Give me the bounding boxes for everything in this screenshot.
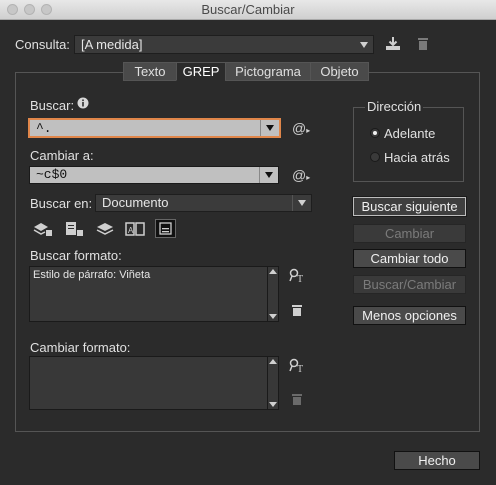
master-pages-icon[interactable]: A <box>125 221 145 239</box>
svg-text:T: T <box>297 274 303 284</box>
tab-grep[interactable]: GREP <box>176 62 226 81</box>
change-format-label: Cambiar formato: <box>30 340 131 355</box>
tab-glyph[interactable]: Pictograma <box>225 62 311 81</box>
change-label: Cambiar a: <box>30 148 94 163</box>
chevron-down-icon <box>292 195 311 211</box>
search-in-label: Buscar en: <box>30 196 93 211</box>
change-format-box[interactable] <box>29 356 279 410</box>
tab-bar: Texto GREP Pictograma Objeto <box>123 62 369 81</box>
special-characters-find-icon[interactable]: @▸ <box>292 121 310 138</box>
radio-backward[interactable] <box>370 152 380 162</box>
find-change-button[interactable]: Buscar/Cambiar <box>353 275 466 294</box>
info-icon[interactable] <box>77 97 89 111</box>
change-all-button[interactable]: Cambiar todo <box>353 249 466 268</box>
done-button[interactable]: Hecho <box>394 451 480 470</box>
find-label: Buscar: <box>30 98 75 113</box>
delete-query-icon[interactable] <box>417 37 429 53</box>
tab-object[interactable]: Objeto <box>310 62 369 81</box>
clear-change-format-icon[interactable] <box>291 393 303 408</box>
change-field[interactable]: ~c$0 <box>29 166 279 184</box>
query-value: [A medida] <box>81 37 143 52</box>
radio-forward-label[interactable]: Adelante <box>384 126 435 141</box>
chevron-down-icon <box>355 36 373 53</box>
specify-find-format-icon[interactable]: T <box>289 268 305 286</box>
change-format-scrollbar[interactable] <box>267 357 278 409</box>
locked-layers-icon[interactable] <box>33 221 53 239</box>
svg-text:T: T <box>297 364 303 374</box>
direction-title: Dirección <box>365 99 424 114</box>
direction-group <box>353 107 464 182</box>
find-next-button[interactable]: Buscar siguiente <box>353 197 466 216</box>
query-label: Consulta: <box>15 37 70 52</box>
svg-text:A: A <box>128 226 134 235</box>
locked-stories-icon[interactable] <box>64 221 84 239</box>
find-format-value: Estilo de párrafo: Viñeta <box>33 269 151 281</box>
search-in-dropdown[interactable]: Documento <box>95 194 312 212</box>
specify-change-format-icon[interactable]: T <box>289 358 305 376</box>
title-bar: Buscar/Cambiar <box>0 0 496 20</box>
change-button[interactable]: Cambiar <box>353 224 466 243</box>
chevron-down-icon[interactable] <box>260 120 279 136</box>
save-query-icon[interactable] <box>385 36 401 53</box>
footnotes-icon[interactable] <box>155 219 176 238</box>
chevron-down-icon[interactable] <box>259 167 278 183</box>
search-in-value: Documento <box>102 195 169 210</box>
radio-forward[interactable] <box>370 128 380 138</box>
query-dropdown[interactable]: [A medida] <box>74 35 374 54</box>
clear-find-format-icon[interactable] <box>291 304 303 319</box>
hidden-layers-icon[interactable] <box>96 221 114 239</box>
radio-backward-label[interactable]: Hacia atrás <box>384 150 450 165</box>
find-value: ^. <box>36 121 52 136</box>
change-value: ~c$0 <box>36 167 68 182</box>
fewer-options-button[interactable]: Menos opciones <box>353 306 466 325</box>
find-field[interactable]: ^. <box>28 118 281 138</box>
window-title: Buscar/Cambiar <box>201 2 295 17</box>
find-format-box[interactable]: Estilo de párrafo: Viñeta <box>29 266 279 322</box>
special-characters-change-icon[interactable]: @▸ <box>292 168 310 185</box>
find-format-scrollbar[interactable] <box>267 267 278 321</box>
tab-text[interactable]: Texto <box>123 62 177 81</box>
find-format-label: Buscar formato: <box>30 248 122 263</box>
